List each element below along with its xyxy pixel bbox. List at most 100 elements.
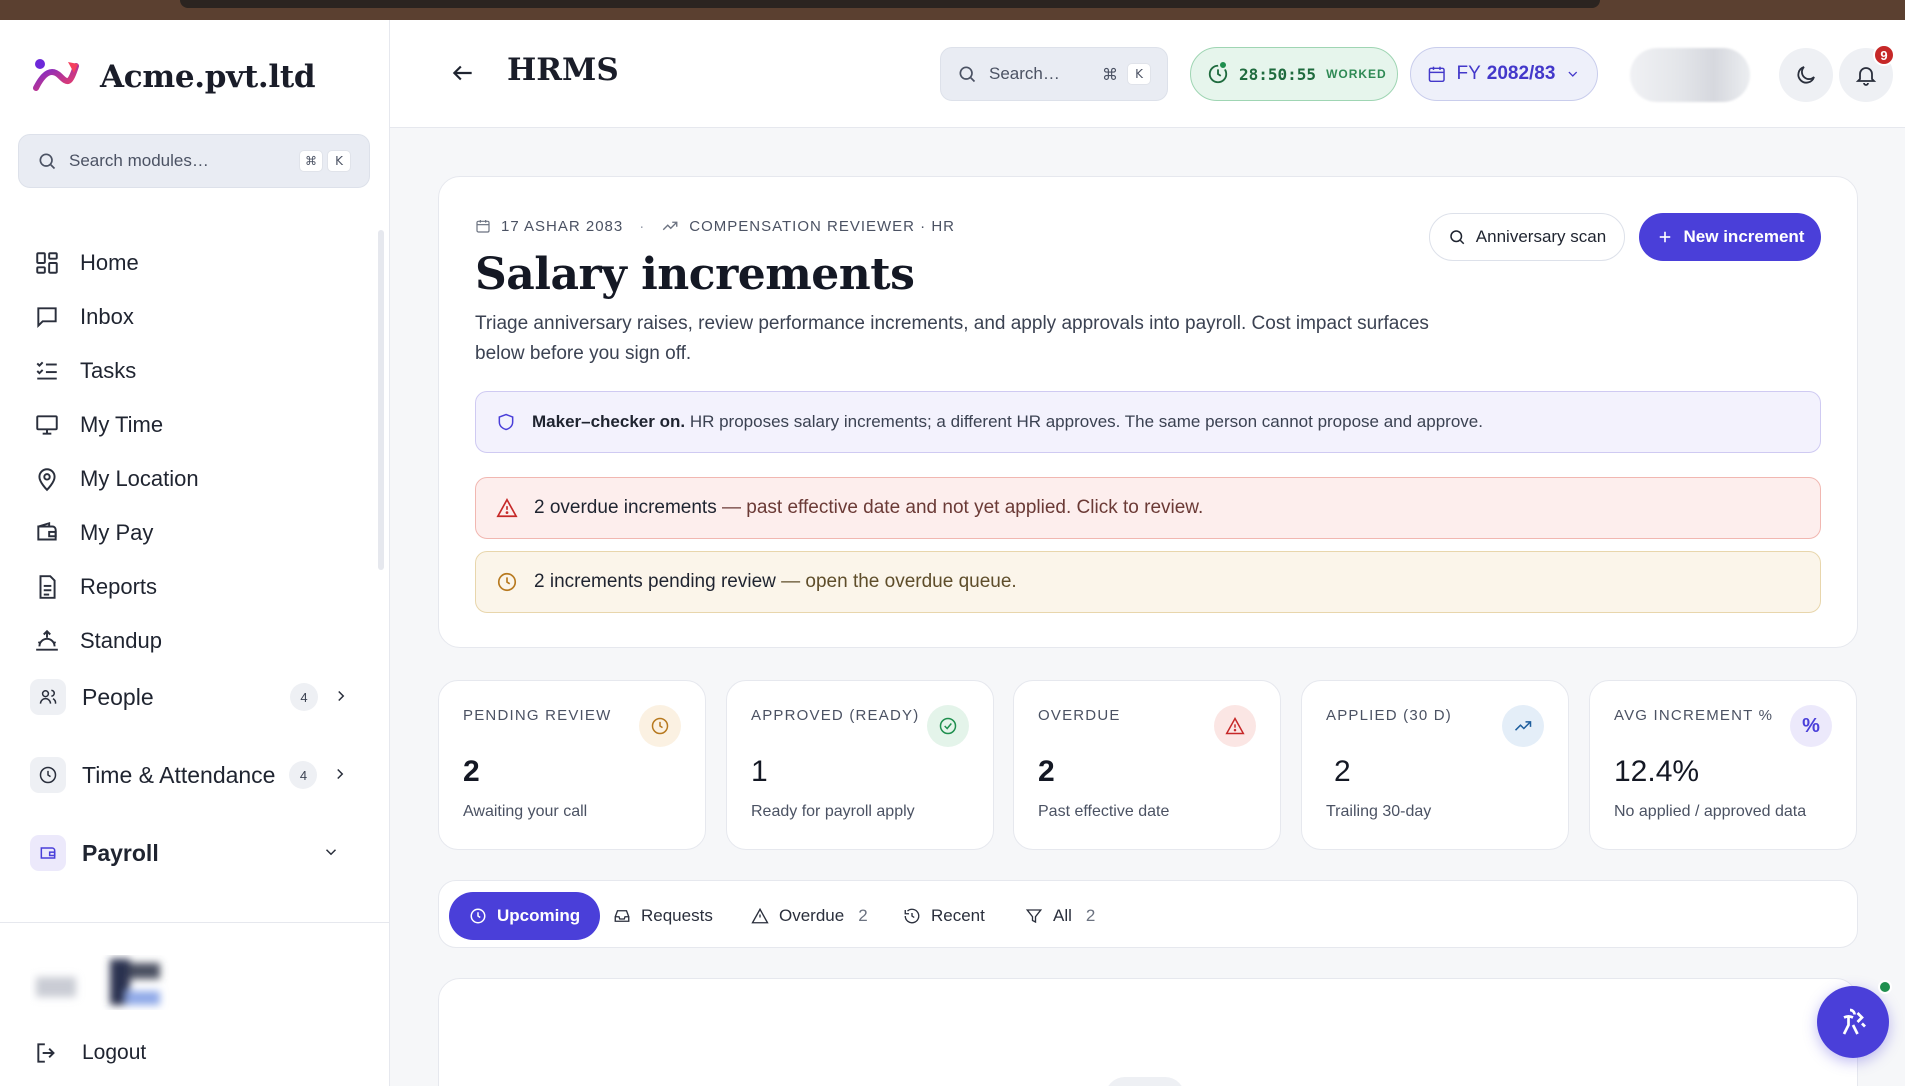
wallet-icon — [30, 835, 66, 871]
search-icon — [1450, 230, 1465, 245]
sidebar-item-reports[interactable]: Reports — [34, 560, 354, 614]
sidebar-group-label: Payroll — [82, 839, 159, 866]
anniversary-scan-button[interactable]: Anniversary scan — [1429, 213, 1625, 261]
stat-value: 2 — [463, 755, 480, 788]
shortcut-cmd-key: ⌘ — [299, 150, 323, 172]
sidebar-scrollbar[interactable] — [378, 230, 384, 570]
worked-timer[interactable]: 28:50:55 WORKED — [1190, 47, 1398, 101]
tab-label: Upcoming — [497, 906, 581, 925]
assistant-fab-button[interactable] — [1817, 986, 1889, 1058]
logout-button[interactable]: Logout — [34, 1040, 146, 1066]
stat-card-pending-review[interactable]: PENDING REVIEW 2 Awaiting your call — [438, 680, 706, 850]
stat-subtitle: Awaiting your call — [463, 803, 588, 820]
stat-subtitle: Past effective date — [1038, 803, 1170, 820]
calendar-icon — [1428, 66, 1445, 83]
top-header: HRMS Search… ⌘ K 28:50:55 WORKED FY 2082… — [390, 20, 1905, 128]
overdue-increments-banner[interactable]: 2 overdue increments — past effective da… — [475, 477, 1821, 539]
overdue-banner-detail: — past effective date and not yet applie… — [722, 497, 1204, 518]
stat-subtitle: Trailing 30-day — [1326, 803, 1432, 820]
sidebar-search-input[interactable]: Search modules… ⌘ K — [18, 134, 370, 188]
sidebar-item-label: Inbox — [80, 304, 134, 329]
back-arrow-icon[interactable] — [450, 60, 476, 91]
logout-icon — [37, 1043, 55, 1063]
calendar-icon — [476, 220, 490, 233]
maker-checker-banner: Maker–checker on. HR proposes salary inc… — [475, 391, 1821, 453]
logout-label: Logout — [82, 1041, 147, 1064]
clock-icon — [470, 908, 486, 924]
alert-triangle-icon — [751, 907, 769, 924]
clock-icon — [497, 572, 517, 592]
stat-value: 2 — [1038, 755, 1055, 788]
new-increment-label: New increment — [1683, 227, 1805, 246]
sidebar-divider — [0, 922, 390, 923]
theme-toggle-button[interactable] — [1779, 48, 1833, 102]
wallet-icon — [37, 521, 57, 541]
clock-icon — [639, 705, 681, 747]
sidebar-group-label: People — [82, 683, 154, 710]
monitor-icon — [36, 415, 58, 435]
trending-up-icon — [1502, 705, 1544, 747]
search-icon — [959, 66, 976, 83]
bell-icon — [1855, 67, 1877, 86]
global-search-input[interactable]: Search… ⌘ K — [940, 47, 1168, 101]
page-header-title: HRMS — [507, 52, 619, 88]
sidebar-item-label: My Time — [80, 412, 164, 437]
tab-overdue[interactable]: Overdue 2 — [751, 892, 868, 940]
tab-all[interactable]: All 2 — [1025, 892, 1095, 940]
accessibility-assistant-icon — [1842, 1008, 1866, 1035]
moon-icon — [1797, 66, 1815, 84]
tab-upcoming[interactable]: Upcoming — [449, 892, 601, 940]
fiscal-year-select[interactable]: FY 2082/83 — [1410, 47, 1598, 101]
count-badge: 4 — [289, 761, 318, 789]
stat-label: OVERDUE — [1038, 707, 1121, 724]
sidebar-item-label: Reports — [80, 574, 158, 599]
stat-card-approved-ready[interactable]: APPROVED (READY) 1 Ready for payroll app… — [726, 680, 994, 850]
browser-top-strip — [0, 0, 1905, 20]
sidebar-item-my-pay[interactable]: My Pay — [34, 506, 354, 560]
sidebar-item-my-time[interactable]: My Time — [34, 398, 354, 452]
tab-recent[interactable]: Recent — [903, 892, 985, 940]
sidebar-group-people[interactable]: People 4 — [30, 672, 350, 722]
header-avatar[interactable] — [1630, 48, 1750, 102]
sidebar-item-my-location[interactable]: My Location — [34, 452, 354, 506]
user-profile-avatar[interactable] — [30, 955, 190, 1015]
stat-card-overdue[interactable]: OVERDUE 2 Past effective date — [1013, 680, 1281, 850]
alert-triangle-icon — [1214, 705, 1256, 747]
page-title: Salary increments — [475, 249, 915, 300]
sidebar-item-inbox[interactable]: Inbox — [34, 290, 354, 344]
stat-card-applied-30d[interactable]: APPLIED (30 D) 2 Trailing 30-day — [1301, 680, 1569, 850]
shortcut-k-key: K — [1127, 63, 1151, 85]
brand[interactable]: Acme.pvt.ltd — [30, 54, 316, 99]
sidebar-group-time-attendance[interactable]: Time & Attendance 4 — [30, 750, 350, 800]
file-text-icon — [39, 575, 56, 599]
stat-label: APPROVED (READY) — [751, 707, 920, 724]
pending-banner-strong: 2 increments pending review — [534, 571, 776, 592]
percent-icon: % — [1790, 705, 1832, 747]
sidebar-group-payroll[interactable]: Payroll — [30, 828, 350, 878]
sidebar-search-placeholder: Search modules… — [69, 151, 209, 170]
pending-review-banner[interactable]: 2 increments pending review — open the o… — [475, 551, 1821, 613]
fy-prefix: FY — [1456, 63, 1481, 84]
chevron-down-icon — [1568, 71, 1578, 77]
tab-requests[interactable]: Requests — [613, 892, 713, 940]
sidebar-item-tasks[interactable]: Tasks — [34, 344, 354, 398]
increment-tabs: Upcoming Requests Overdue 2 Recent All 2 — [438, 880, 1858, 948]
users-icon — [30, 679, 66, 715]
fy-value: 2082/83 — [1486, 63, 1556, 84]
page-meta: 17 ASHAR 2083 · COMPENSATION REVIEWER · … — [475, 217, 955, 235]
tab-label: Recent — [931, 906, 985, 925]
stat-label: AVG INCREMENT % — [1614, 707, 1774, 724]
chevron-right-icon — [332, 684, 350, 711]
timer-label: WORKED — [1326, 67, 1387, 81]
increments-list-card — [438, 978, 1858, 1086]
sidebar-item-home[interactable]: Home — [34, 236, 354, 290]
sidebar-item-standup[interactable]: Standup — [34, 614, 354, 668]
page-date: 17 ASHAR 2083 — [501, 217, 624, 235]
stat-subtitle: Ready for payroll apply — [751, 803, 915, 820]
new-increment-button[interactable]: New increment — [1639, 213, 1821, 261]
global-search-placeholder: Search… — [989, 64, 1060, 83]
sidebar-item-label: Home — [80, 250, 139, 275]
brand-name: Acme.pvt.ltd — [100, 58, 316, 95]
stat-card-avg-increment[interactable]: AVG INCREMENT % % 12.4% No applied / app… — [1589, 680, 1857, 850]
shortcut-k-key: K — [327, 150, 351, 172]
